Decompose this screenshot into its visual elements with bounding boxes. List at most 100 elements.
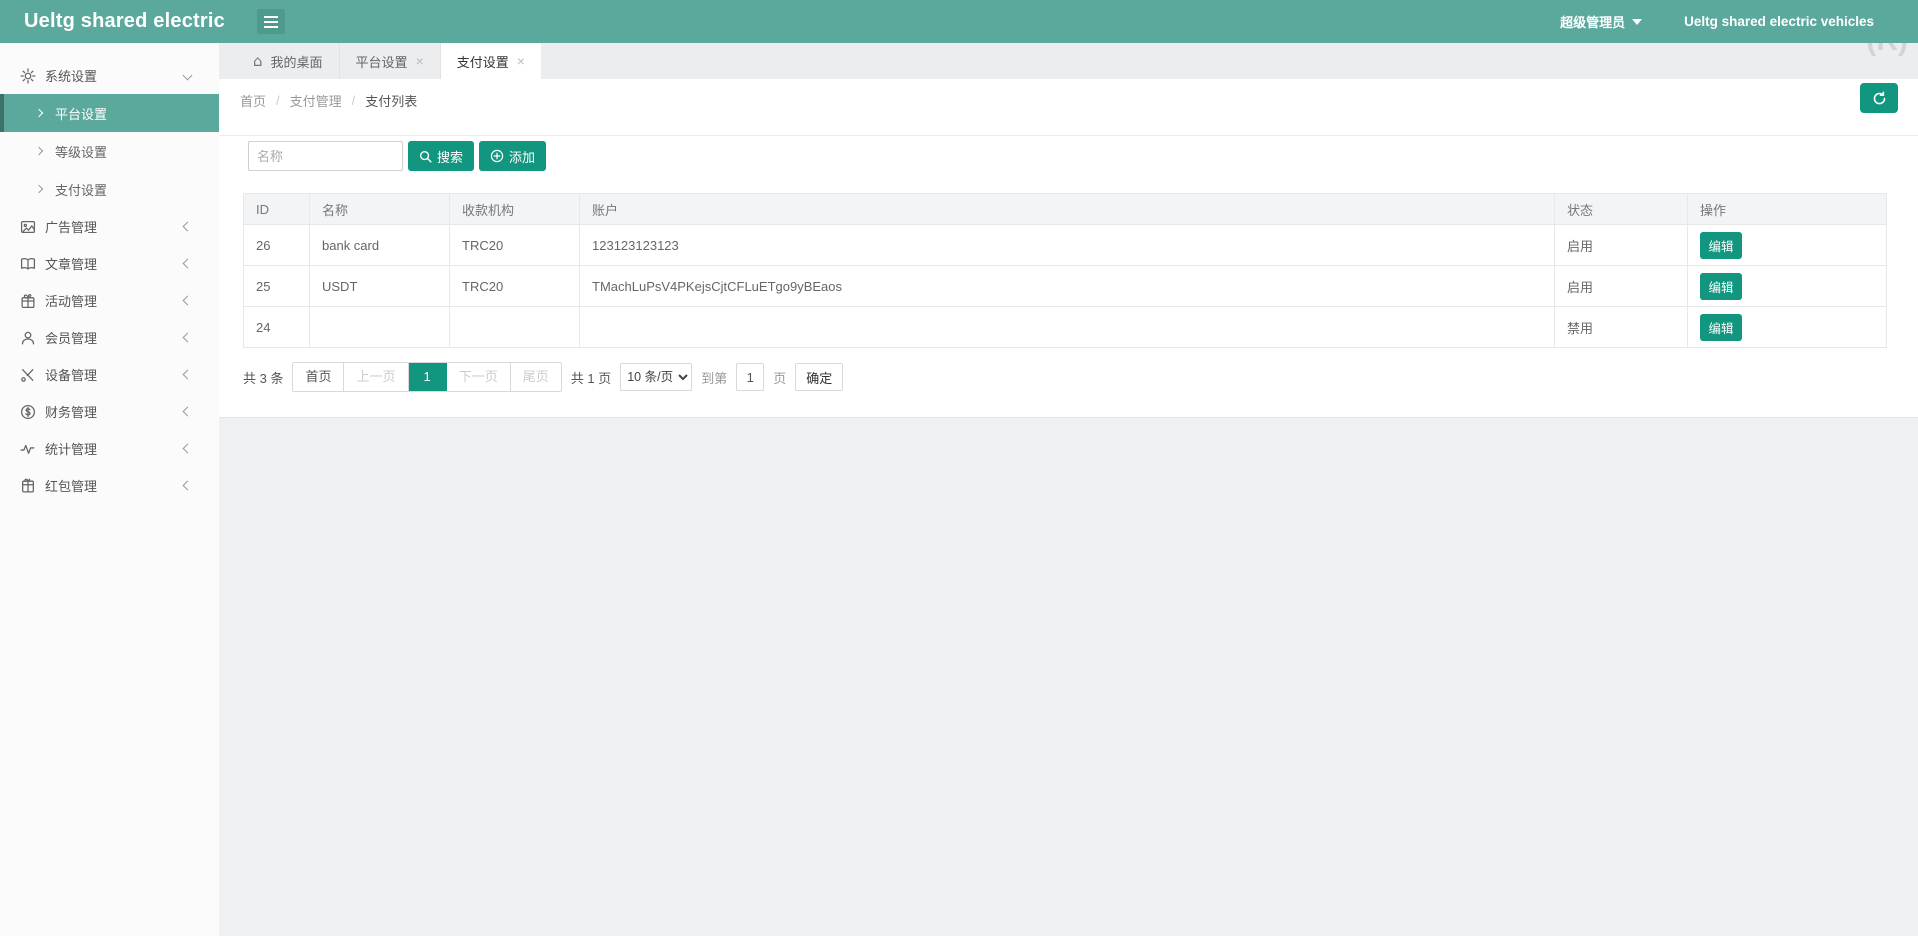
col-actions: 操作 bbox=[1688, 194, 1887, 225]
page-buttons: 首页 上一页 1 下一页 尾页 bbox=[292, 362, 561, 392]
breadcrumb-home[interactable]: 首页 bbox=[240, 91, 266, 110]
next-page-button[interactable]: 下一页 bbox=[447, 363, 511, 391]
sidebar-item-finance-management[interactable]: 财务管理 bbox=[0, 393, 219, 430]
breadcrumb-payment-management[interactable]: 支付管理 bbox=[290, 91, 342, 110]
chevron-right-icon bbox=[35, 147, 43, 155]
status-badge: 启用 bbox=[1555, 266, 1688, 307]
tab-platform-settings[interactable]: 平台设置 × bbox=[340, 43, 441, 79]
goto-page-input[interactable] bbox=[736, 363, 764, 391]
image-icon bbox=[20, 219, 36, 235]
search-button[interactable]: 搜索 bbox=[408, 141, 474, 171]
chevron-left-icon bbox=[183, 444, 193, 454]
cell-account bbox=[580, 307, 1555, 348]
breadcrumb: 首页 / 支付管理 / 支付列表 bbox=[240, 91, 417, 110]
chevron-left-icon bbox=[183, 296, 193, 306]
search-toolbar: 搜索 添加 bbox=[248, 141, 1918, 171]
cell-id: 26 bbox=[244, 225, 310, 266]
sidebar-subitem-payment-settings[interactable]: 支付设置 bbox=[0, 170, 219, 208]
admin-dropdown[interactable]: 超级管理员 bbox=[1560, 12, 1642, 31]
status-badge: 禁用 bbox=[1555, 307, 1688, 348]
content-panel: 首页 / 支付管理 / 支付列表 搜索 bbox=[219, 79, 1918, 418]
sidebar-item-label: 财务管理 bbox=[45, 402, 97, 421]
goto-prefix-label: 到第 bbox=[701, 368, 727, 387]
prev-page-button[interactable]: 上一页 bbox=[344, 363, 408, 391]
refresh-button[interactable] bbox=[1860, 83, 1898, 113]
chevron-left-icon bbox=[183, 370, 193, 380]
cell-name: bank card bbox=[310, 225, 450, 266]
table-row: 24 禁用 编辑 bbox=[244, 307, 1887, 348]
cell-id: 24 bbox=[244, 307, 310, 348]
cell-name bbox=[310, 307, 450, 348]
last-page-button[interactable]: 尾页 bbox=[511, 363, 561, 391]
cell-account: 123123123123 bbox=[580, 225, 1555, 266]
chevron-left-icon bbox=[183, 222, 193, 232]
tab-label: 平台设置 bbox=[356, 52, 408, 71]
tools-icon bbox=[20, 367, 36, 383]
book-icon bbox=[20, 256, 36, 272]
cell-org bbox=[450, 307, 580, 348]
user-icon bbox=[20, 330, 36, 346]
sidebar-item-label: 广告管理 bbox=[45, 217, 97, 236]
sidebar-item-activity-management[interactable]: 活动管理 bbox=[0, 282, 219, 319]
hamburger-icon bbox=[264, 16, 278, 18]
tab-payment-settings[interactable]: 支付设置 × bbox=[441, 43, 541, 79]
chevron-left-icon bbox=[183, 259, 193, 269]
search-input[interactable] bbox=[248, 141, 403, 171]
col-status: 状态 bbox=[1555, 194, 1688, 225]
confirm-button[interactable]: 确定 bbox=[795, 363, 843, 391]
sidebar-item-label: 设备管理 bbox=[45, 365, 97, 384]
sidebar-subitem-level-settings[interactable]: 等级设置 bbox=[0, 132, 219, 170]
sidebar-subitem-label: 平台设置 bbox=[55, 104, 107, 123]
payments-table: ID 名称 收款机构 账户 状态 操作 26 bank card TRC20 1… bbox=[243, 193, 1887, 348]
search-icon bbox=[419, 150, 432, 163]
sidebar-item-label: 红包管理 bbox=[45, 476, 97, 495]
sidebar-item-label: 活动管理 bbox=[45, 291, 97, 310]
breadcrumb-separator: / bbox=[352, 93, 356, 108]
chevron-left-icon bbox=[183, 481, 193, 491]
current-page-button[interactable]: 1 bbox=[409, 363, 447, 391]
app-header: Ueltg shared electric 超级管理员 Ueltg shared… bbox=[0, 0, 1918, 43]
breadcrumb-bar: 首页 / 支付管理 / 支付列表 bbox=[219, 79, 1918, 136]
status-badge: 启用 bbox=[1555, 225, 1688, 266]
sidebar-item-label: 统计管理 bbox=[45, 439, 97, 458]
sidebar-subitem-platform-settings[interactable]: 平台设置 bbox=[0, 94, 219, 132]
cell-org: TRC20 bbox=[450, 266, 580, 307]
sidebar-item-label: 会员管理 bbox=[45, 328, 97, 347]
gear-icon bbox=[20, 68, 36, 84]
sidebar-item-device-management[interactable]: 设备管理 bbox=[0, 356, 219, 393]
tab-bar: ⌂ 我的桌面 平台设置 × 支付设置 × bbox=[219, 43, 1918, 79]
breadcrumb-current: 支付列表 bbox=[365, 91, 417, 110]
cell-id: 25 bbox=[244, 266, 310, 307]
plus-circle-icon bbox=[490, 149, 504, 163]
per-page-select[interactable]: 10 条/页 bbox=[620, 363, 692, 391]
sidebar-item-member-management[interactable]: 会员管理 bbox=[0, 319, 219, 356]
chevron-right-icon bbox=[35, 185, 43, 193]
col-org: 收款机构 bbox=[450, 194, 580, 225]
goto-suffix-label: 页 bbox=[773, 368, 786, 387]
refresh-icon bbox=[1872, 91, 1887, 106]
sidebar-subitem-label: 等级设置 bbox=[55, 142, 107, 161]
sidebar-item-redpacket-management[interactable]: 红包管理 bbox=[0, 467, 219, 504]
sidebar-item-stats-management[interactable]: 统计管理 bbox=[0, 430, 219, 467]
first-page-button[interactable]: 首页 bbox=[293, 363, 344, 391]
cell-name: USDT bbox=[310, 266, 450, 307]
add-button[interactable]: 添加 bbox=[479, 141, 546, 171]
breadcrumb-separator: / bbox=[276, 93, 280, 108]
sidebar-item-system-settings[interactable]: 系统设置 bbox=[0, 57, 219, 94]
edit-button[interactable]: 编辑 bbox=[1700, 273, 1742, 300]
sidebar-item-ad-management[interactable]: 广告管理 bbox=[0, 208, 219, 245]
admin-label: 超级管理员 bbox=[1560, 12, 1625, 31]
sidebar-item-article-management[interactable]: 文章管理 bbox=[0, 245, 219, 282]
close-icon[interactable]: × bbox=[517, 54, 525, 68]
chevron-left-icon bbox=[183, 333, 193, 343]
tab-my-desktop[interactable]: ⌂ 我的桌面 bbox=[237, 43, 340, 79]
table-row: 26 bank card TRC20 123123123123 启用 编辑 bbox=[244, 225, 1887, 266]
close-icon[interactable]: × bbox=[416, 54, 424, 68]
edit-button[interactable]: 编辑 bbox=[1700, 314, 1742, 341]
chevron-left-icon bbox=[183, 407, 193, 417]
edit-button[interactable]: 编辑 bbox=[1700, 232, 1742, 259]
col-id: ID bbox=[244, 194, 310, 225]
menu-toggle-button[interactable] bbox=[257, 9, 285, 34]
table-header-row: ID 名称 收款机构 账户 状态 操作 bbox=[244, 194, 1887, 225]
chevron-right-icon bbox=[35, 109, 43, 117]
